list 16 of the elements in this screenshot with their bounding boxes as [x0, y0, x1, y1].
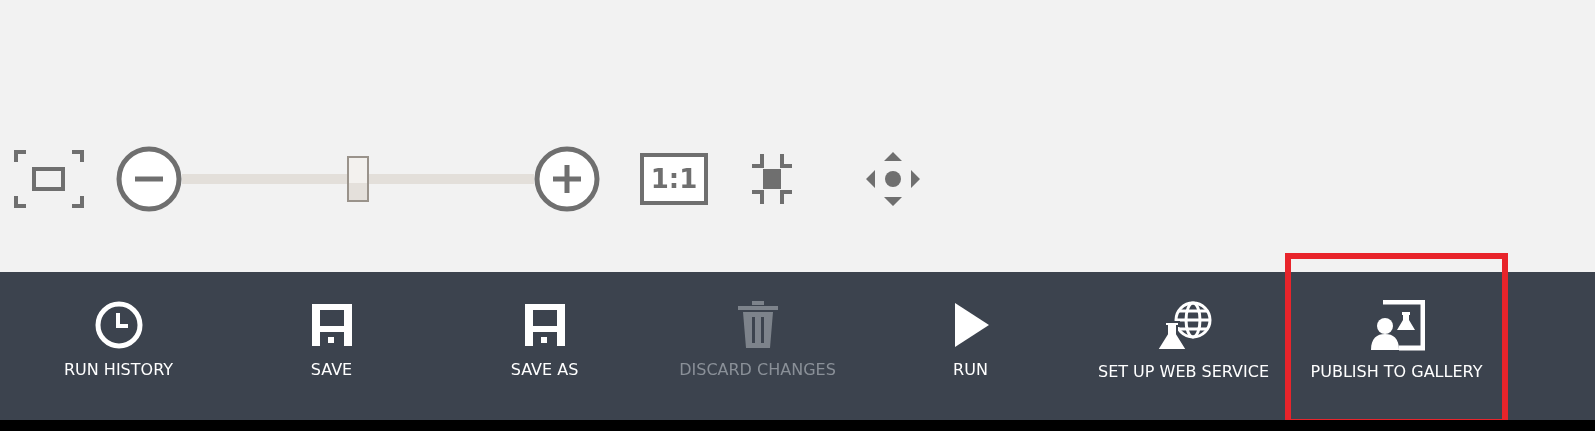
trash-icon	[735, 300, 780, 350]
toolbar-button[interactable]: SAVE AS	[438, 272, 651, 420]
publish-icon	[1368, 300, 1425, 352]
zoom-in-icon[interactable]	[534, 146, 600, 212]
clock-icon	[93, 300, 144, 350]
actual-size-button[interactable]: 1:1	[640, 153, 708, 205]
pan-icon[interactable]	[864, 150, 922, 208]
toolbar-button[interactable]: RUN HISTORY	[12, 272, 225, 420]
fit-to-screen-icon[interactable]	[14, 150, 84, 208]
zoom-out-icon[interactable]	[116, 146, 182, 212]
toolbar-button[interactable]: RUN	[864, 272, 1077, 420]
center-icon[interactable]	[750, 152, 794, 206]
slider-thumb[interactable]	[347, 156, 369, 202]
toolbar-button[interactable]: SET UP WEB SERVICE	[1077, 272, 1290, 420]
toolbar-button[interactable]: SAVE	[225, 272, 438, 420]
toolbar-button[interactable]: PUBLISH TO GALLERY	[1290, 258, 1503, 420]
